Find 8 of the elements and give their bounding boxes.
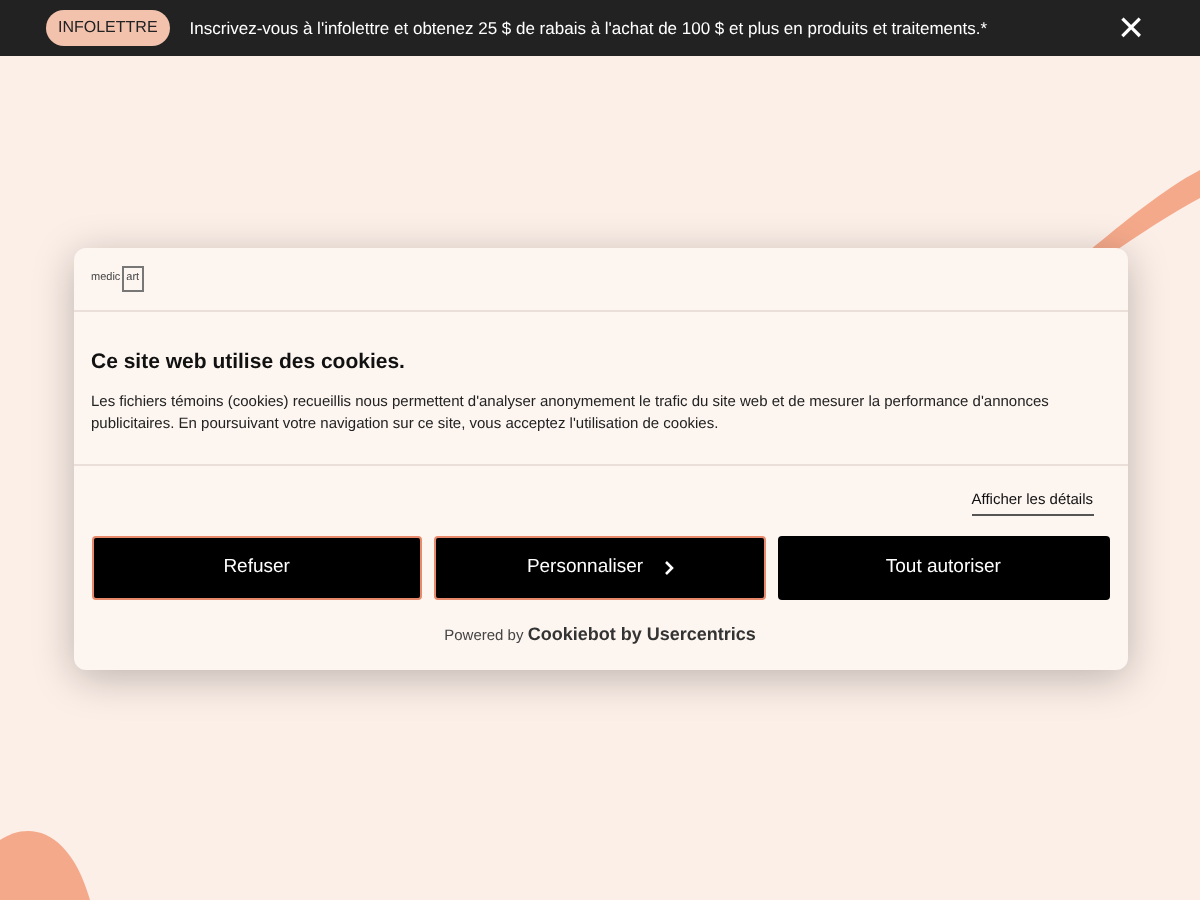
- dialog-button[interactable]: Personnaliser: [434, 535, 766, 600]
- dialog-button[interactable]: Tout autoriser: [777, 535, 1109, 600]
- banner-message[interactable]: Inscrivez-vous à l'infolettre et obtenez 25 $ de rabais à l'achat de 100 $ et plus en produits et traitements.*: [189, 15, 1099, 41]
- dialog-button[interactable]: Refuser: [91, 535, 423, 600]
- dialog-title: Ce site web utilise des cookies.: [91, 348, 407, 378]
- close-button[interactable]: ×: [1118, 6, 1144, 50]
- newsletter-badge: INFOLETTRE: [46, 10, 170, 46]
- chevron-right-icon: [663, 559, 674, 576]
